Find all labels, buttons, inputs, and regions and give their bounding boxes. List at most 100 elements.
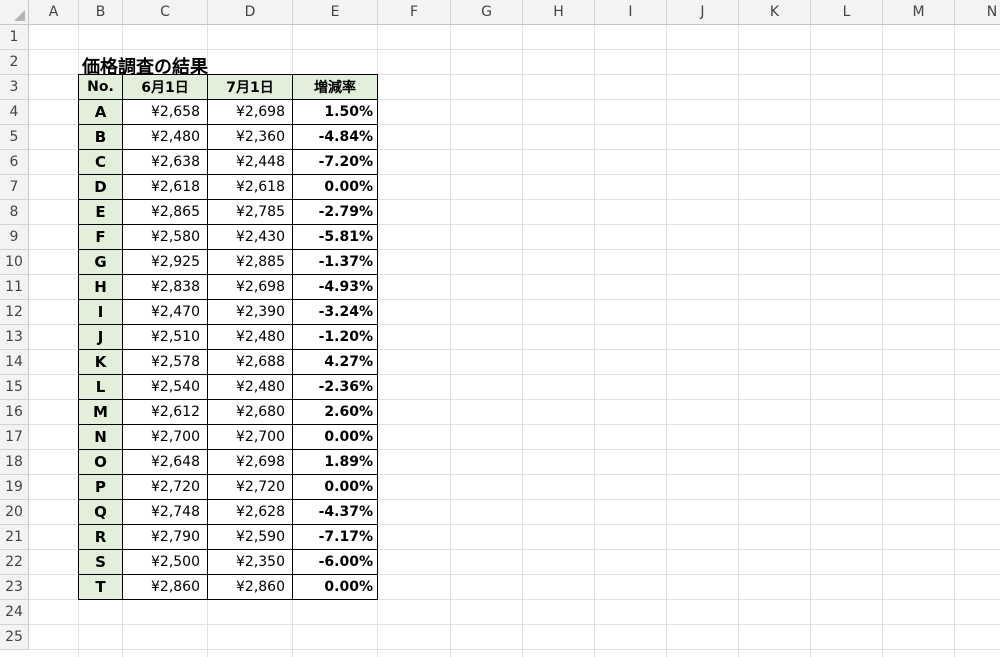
- column-header-b[interactable]: B: [79, 0, 123, 25]
- row-header-25[interactable]: 25: [0, 625, 29, 650]
- table-cell-no[interactable]: G: [78, 249, 123, 275]
- row-header-17[interactable]: 17: [0, 425, 29, 450]
- column-header-d[interactable]: D: [208, 0, 293, 25]
- row-header-5[interactable]: 5: [0, 125, 29, 150]
- table-cell-no[interactable]: K: [78, 349, 123, 375]
- table-cell-no[interactable]: O: [78, 449, 123, 475]
- table-cell-change-rate[interactable]: -7.17%: [292, 524, 378, 550]
- table-cell-jun-price[interactable]: ¥2,578: [122, 349, 208, 375]
- table-cell-jun-price[interactable]: ¥2,580: [122, 224, 208, 250]
- table-cell-jun-price[interactable]: ¥2,540: [122, 374, 208, 400]
- table-cell-no[interactable]: F: [78, 224, 123, 250]
- table-cell-no[interactable]: R: [78, 524, 123, 550]
- row-header-18[interactable]: 18: [0, 450, 29, 475]
- column-header-i[interactable]: I: [595, 0, 667, 25]
- row-header-2[interactable]: 2: [0, 50, 29, 75]
- column-header-g[interactable]: G: [451, 0, 523, 25]
- row-header-8[interactable]: 8: [0, 200, 29, 225]
- row-header-10[interactable]: 10: [0, 250, 29, 275]
- spreadsheet-grid[interactable]: ABCDEFGHIJKLMN 1 2 3 4 5 6 7 8 9 10 11 12 13 14 15 16 17…: [0, 0, 1000, 657]
- row-header-14[interactable]: 14: [0, 350, 29, 375]
- table-cell-jul-price[interactable]: ¥2,688: [207, 349, 293, 375]
- row-header-7[interactable]: 7: [0, 175, 29, 200]
- table-cell-jul-price[interactable]: ¥2,860: [207, 574, 293, 600]
- table-cell-no[interactable]: S: [78, 549, 123, 575]
- table-cell-jun-price[interactable]: ¥2,925: [122, 249, 208, 275]
- column-header-m[interactable]: M: [883, 0, 955, 25]
- table-cell-jul-price[interactable]: ¥2,885: [207, 249, 293, 275]
- table-cell-jun-price[interactable]: ¥2,648: [122, 449, 208, 475]
- table-cell-change-rate[interactable]: -5.81%: [292, 224, 378, 250]
- table-cell-jun-price[interactable]: ¥2,748: [122, 499, 208, 525]
- table-cell-no[interactable]: M: [78, 399, 123, 425]
- row-header-13[interactable]: 13: [0, 325, 29, 350]
- table-cell-jul-price[interactable]: ¥2,430: [207, 224, 293, 250]
- table-cell-jul-price[interactable]: ¥2,350: [207, 549, 293, 575]
- table-cell-no[interactable]: P: [78, 474, 123, 500]
- column-header-j[interactable]: J: [667, 0, 739, 25]
- column-header-k[interactable]: K: [739, 0, 811, 25]
- row-header-4[interactable]: 4: [0, 100, 29, 125]
- column-header-f[interactable]: F: [378, 0, 451, 25]
- row-header-9[interactable]: 9: [0, 225, 29, 250]
- table-cell-jul-price[interactable]: ¥2,360: [207, 124, 293, 150]
- row-header-16[interactable]: 16: [0, 400, 29, 425]
- column-header-c[interactable]: C: [123, 0, 208, 25]
- table-cell-no[interactable]: H: [78, 274, 123, 300]
- table-cell-jun-price[interactable]: ¥2,838: [122, 274, 208, 300]
- row-header-24[interactable]: 24: [0, 600, 29, 625]
- row-header-20[interactable]: 20: [0, 500, 29, 525]
- row-header-1[interactable]: 1: [0, 25, 29, 50]
- table-cell-jun-price[interactable]: ¥2,470: [122, 299, 208, 325]
- table-cell-jul-price[interactable]: ¥2,698: [207, 449, 293, 475]
- select-all-corner[interactable]: [0, 0, 29, 25]
- table-cell-no[interactable]: T: [78, 574, 123, 600]
- column-header-h[interactable]: H: [523, 0, 595, 25]
- table-cell-change-rate[interactable]: -6.00%: [292, 549, 378, 575]
- row-header-6[interactable]: 6: [0, 150, 29, 175]
- table-cell-jul-price[interactable]: ¥2,628: [207, 499, 293, 525]
- table-cell-change-rate[interactable]: -2.36%: [292, 374, 378, 400]
- table-cell-jul-price[interactable]: ¥2,448: [207, 149, 293, 175]
- table-cell-change-rate[interactable]: -1.37%: [292, 249, 378, 275]
- table-cell-jul-price[interactable]: ¥2,720: [207, 474, 293, 500]
- table-cell-change-rate[interactable]: 0.00%: [292, 174, 378, 200]
- table-cell-change-rate[interactable]: -4.37%: [292, 499, 378, 525]
- row-header-19[interactable]: 19: [0, 475, 29, 500]
- table-cell-change-rate[interactable]: 4.27%: [292, 349, 378, 375]
- table-cell-change-rate[interactable]: -4.93%: [292, 274, 378, 300]
- table-cell-no[interactable]: J: [78, 324, 123, 350]
- table-cell-change-rate[interactable]: -7.20%: [292, 149, 378, 175]
- table-cell-jun-price[interactable]: ¥2,500: [122, 549, 208, 575]
- table-cell-no[interactable]: I: [78, 299, 123, 325]
- row-header-15[interactable]: 15: [0, 375, 29, 400]
- table-cell-no[interactable]: A: [78, 99, 123, 125]
- table-cell-jun-price[interactable]: ¥2,638: [122, 149, 208, 175]
- table-cell-jul-price[interactable]: ¥2,590: [207, 524, 293, 550]
- row-header-21[interactable]: 21: [0, 525, 29, 550]
- table-header-cell[interactable]: 増減率: [292, 74, 378, 100]
- column-header-e[interactable]: E: [293, 0, 378, 25]
- row-header-12[interactable]: 12: [0, 300, 29, 325]
- table-cell-change-rate[interactable]: 2.60%: [292, 399, 378, 425]
- table-cell-jun-price[interactable]: ¥2,790: [122, 524, 208, 550]
- table-cell-change-rate[interactable]: -3.24%: [292, 299, 378, 325]
- table-cell-jul-price[interactable]: ¥2,390: [207, 299, 293, 325]
- table-cell-jul-price[interactable]: ¥2,698: [207, 274, 293, 300]
- table-cell-jun-price[interactable]: ¥2,700: [122, 424, 208, 450]
- table-header-cell[interactable]: 6月1日: [122, 74, 208, 100]
- table-cell-jun-price[interactable]: ¥2,860: [122, 574, 208, 600]
- table-cell-jun-price[interactable]: ¥2,720: [122, 474, 208, 500]
- table-cell-no[interactable]: B: [78, 124, 123, 150]
- table-cell-jun-price[interactable]: ¥2,612: [122, 399, 208, 425]
- table-cell-no[interactable]: E: [78, 199, 123, 225]
- table-cell-no[interactable]: L: [78, 374, 123, 400]
- table-cell-jun-price[interactable]: ¥2,658: [122, 99, 208, 125]
- table-cell-jun-price[interactable]: ¥2,480: [122, 124, 208, 150]
- table-cell-change-rate[interactable]: 1.89%: [292, 449, 378, 475]
- table-cell-jul-price[interactable]: ¥2,480: [207, 324, 293, 350]
- table-cell-jul-price[interactable]: ¥2,785: [207, 199, 293, 225]
- table-cell-jun-price[interactable]: ¥2,510: [122, 324, 208, 350]
- table-cell-jun-price[interactable]: ¥2,618: [122, 174, 208, 200]
- row-header-11[interactable]: 11: [0, 275, 29, 300]
